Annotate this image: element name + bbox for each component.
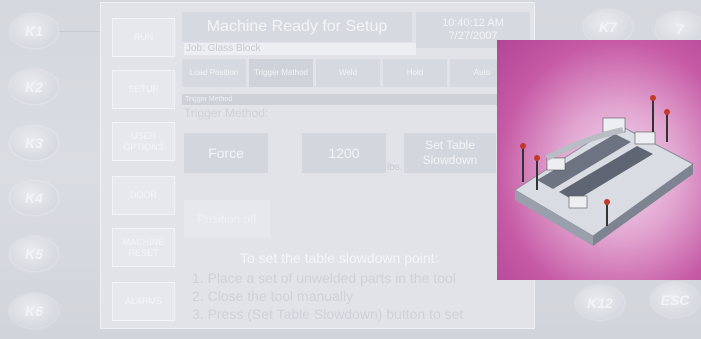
sidebar-run-button[interactable]: RUN <box>112 18 175 57</box>
hardkey-k1[interactable]: K1 <box>10 14 58 48</box>
hardkey-esc[interactable]: ESC <box>651 283 699 317</box>
hardkey-k4[interactable]: K4 <box>10 181 58 215</box>
hardkey-k3[interactable]: K3 <box>10 126 58 160</box>
sidebar-user-options-button[interactable]: USER OPTIONS <box>112 122 175 161</box>
key-guide-line <box>55 31 105 32</box>
tab-weld[interactable]: Weld <box>316 59 380 87</box>
instruction-step: 2. Close the tool manually <box>192 288 354 304</box>
sidebar-setup-button[interactable]: SETUP <box>112 70 175 109</box>
sidebar-alarms-button[interactable]: ALARMS <box>112 282 175 321</box>
hardkey-k5[interactable]: K5 <box>10 237 58 271</box>
force-unit-label: lbs. <box>387 162 403 173</box>
hardkey-k6[interactable]: K6 <box>10 294 58 328</box>
instruction-step: 3. Press (Set Table Slowdown) button to … <box>192 306 464 322</box>
set-table-slowdown-button[interactable]: Set Table Slowdown <box>404 133 496 173</box>
sidebar-door-button[interactable]: DOOR <box>112 176 175 215</box>
instruction-step: 1. Place a set of unwelded parts in the … <box>192 270 456 286</box>
tab-trigger-method[interactable]: Trigger Method <box>249 59 313 87</box>
job-label: Job: Glass Block <box>184 43 416 55</box>
tab-load-position[interactable]: Load Position <box>182 59 246 87</box>
tab-hold[interactable]: Hold <box>383 59 447 87</box>
hardkey-k2[interactable]: K2 <box>10 70 58 104</box>
force-value-field[interactable]: 1200 <box>302 133 386 173</box>
setup-tabs: Load Position Trigger Method Weld Hold A… <box>182 59 514 87</box>
section-header: Trigger Method <box>182 94 525 105</box>
welding-fixture-image <box>497 40 701 280</box>
welding-fixture-illustration <box>514 95 694 246</box>
hardkey-k7[interactable]: K7 <box>584 10 632 44</box>
instructions-title: To set the table slowdown point: <box>240 250 439 266</box>
force-button[interactable]: Force <box>184 133 268 173</box>
position-off-button[interactable]: Position off <box>184 200 270 238</box>
sidebar-machine-reset-button[interactable]: MACHINE RESET <box>112 228 175 267</box>
section-subtitle: Trigger Method: <box>184 106 269 120</box>
hardkey-k12[interactable]: K12 <box>576 286 624 320</box>
page-title: Machine Ready for Setup <box>182 12 412 42</box>
clock-time: 10:40:12 AM <box>442 17 504 29</box>
